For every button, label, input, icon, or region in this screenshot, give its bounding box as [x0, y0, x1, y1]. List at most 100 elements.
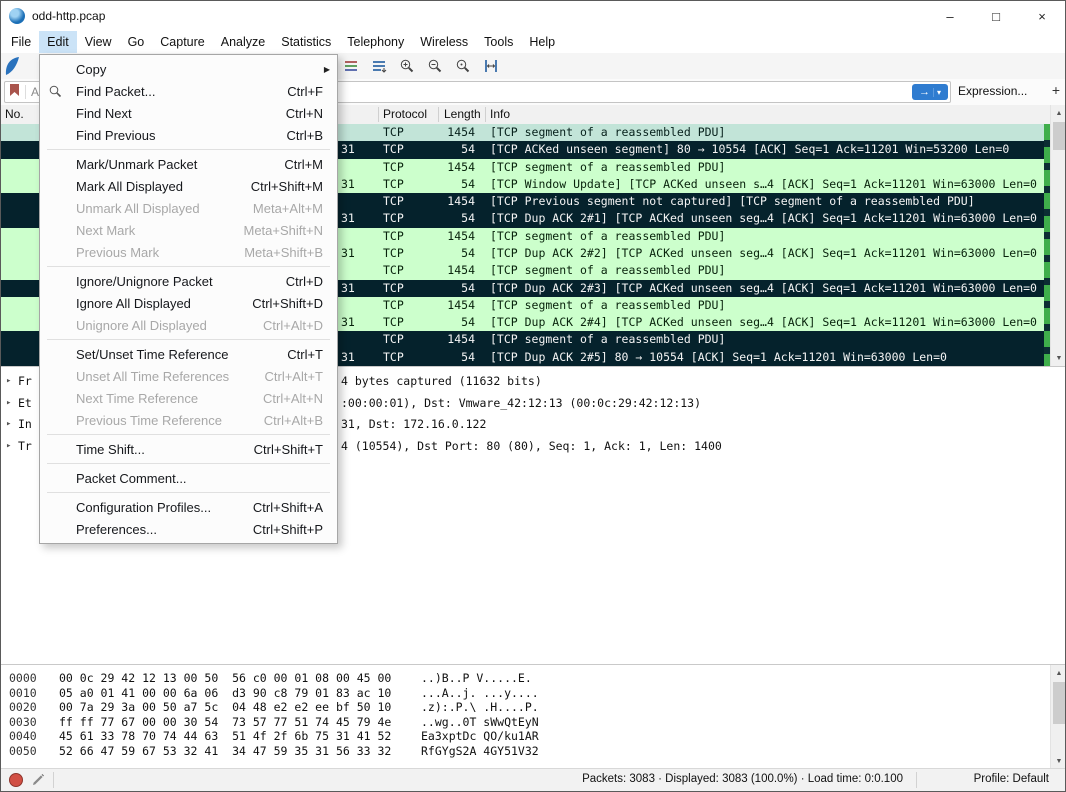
- cell-length: 54: [437, 349, 475, 366]
- cell-info: [TCP Dup ACK 2#4] [TCP ACKed unseen seg……: [490, 314, 1037, 331]
- menu-item-next-time-reference[interactable]: Next Time ReferenceCtrl+Alt+N: [40, 387, 337, 409]
- expander-icon[interactable]: ▸: [6, 371, 11, 393]
- column-divider: [378, 107, 379, 122]
- hex-scrollbar[interactable]: ▲ ▼: [1050, 665, 1066, 769]
- menubar-item-view[interactable]: View: [77, 31, 120, 53]
- cell-info: [TCP Dup ACK 2#2] [TCP ACKed unseen seg……: [490, 245, 1037, 262]
- menu-item-unignore-all-displayed[interactable]: Unignore All DisplayedCtrl+Alt+D: [40, 314, 337, 336]
- menu-item-configuration-profiles[interactable]: Configuration Profiles...Ctrl+Shift+A: [40, 496, 337, 518]
- menu-item-previous-mark[interactable]: Previous MarkMeta+Shift+B: [40, 241, 337, 263]
- hex-line[interactable]: 000000 0c 29 42 12 13 00 50 56 c0 00 01 …: [1, 671, 1066, 686]
- menu-item-ignore-unignore-packet[interactable]: Ignore/Unignore PacketCtrl+D: [40, 270, 337, 292]
- hex-ascii: RfGYgS2A 4GY51V32: [421, 744, 539, 759]
- apply-filter-button[interactable]: → ▾: [912, 84, 948, 100]
- menu-item-previous-time-reference[interactable]: Previous Time ReferenceCtrl+Alt+B: [40, 409, 337, 431]
- menubar-item-go[interactable]: Go: [120, 31, 153, 53]
- cell-length: 54: [437, 176, 475, 193]
- menu-item-label: Preferences...: [76, 522, 157, 537]
- zoom-out-icon[interactable]: [423, 55, 447, 77]
- capture-fin-icon[interactable]: [3, 56, 21, 81]
- add-filter-button[interactable]: +: [1052, 82, 1060, 98]
- cell-protocol: TCP: [383, 280, 404, 297]
- zoom-in-icon[interactable]: [395, 55, 419, 77]
- menu-item-shortcut: Ctrl+T: [263, 347, 323, 362]
- menu-item-find-previous[interactable]: Find PreviousCtrl+B: [40, 124, 337, 146]
- menu-item-label: Copy: [76, 62, 106, 77]
- maximize-icon[interactable]: □: [973, 1, 1019, 31]
- cell-info: [TCP Dup ACK 2#3] [TCP ACKed unseen seg……: [490, 280, 1037, 297]
- auto-scroll-icon[interactable]: [367, 55, 391, 77]
- scrollbar-thumb[interactable]: [1053, 122, 1065, 150]
- menu-item-time-shift[interactable]: Time Shift...Ctrl+Shift+T: [40, 438, 337, 460]
- apply-arrow-icon: →: [919, 86, 930, 98]
- menubar-item-tools[interactable]: Tools: [476, 31, 521, 53]
- expert-info-icon[interactable]: [9, 773, 23, 787]
- scroll-up-icon[interactable]: ▲: [1051, 105, 1066, 121]
- resize-columns-icon[interactable]: [479, 55, 503, 77]
- menubar-item-capture[interactable]: Capture: [152, 31, 212, 53]
- hex-line[interactable]: 002000 7a 29 3a 00 50 a7 5c 04 48 e2 e2 …: [1, 700, 1066, 715]
- menu-item-unset-all-time-references[interactable]: Unset All Time ReferencesCtrl+Alt+T: [40, 365, 337, 387]
- hex-line[interactable]: 004045 61 33 78 70 74 44 63 51 4f 2f 6b …: [1, 729, 1066, 744]
- menu-item-ignore-all-displayed[interactable]: Ignore All DisplayedCtrl+Shift+D: [40, 292, 337, 314]
- hex-line[interactable]: 0030ff ff 77 67 00 00 30 54 73 57 77 51 …: [1, 715, 1066, 730]
- expander-icon[interactable]: ▸: [6, 393, 11, 415]
- menubar-item-statistics[interactable]: Statistics: [273, 31, 339, 53]
- wireshark-app-icon[interactable]: [9, 8, 25, 24]
- column-header-no[interactable]: No.: [5, 107, 24, 121]
- cell-protocol: TCP: [383, 193, 404, 210]
- cell-length: 1454: [437, 331, 475, 348]
- expander-icon[interactable]: ▸: [6, 436, 11, 458]
- menu-item-next-mark[interactable]: Next MarkMeta+Shift+N: [40, 219, 337, 241]
- scroll-up-icon[interactable]: ▲: [1051, 665, 1066, 681]
- menu-item-label: Unignore All Displayed: [76, 318, 207, 333]
- column-header-length[interactable]: Length: [444, 107, 481, 121]
- menu-item-find-packet[interactable]: Find Packet...Ctrl+F: [40, 80, 337, 102]
- expression-button[interactable]: Expression...: [958, 84, 1027, 98]
- packet-list-scrollbar[interactable]: ▲ ▼: [1050, 105, 1066, 366]
- filter-divider: [25, 85, 26, 99]
- minimize-icon[interactable]: –: [927, 1, 973, 31]
- cell-destination-tail: 31: [341, 141, 355, 158]
- packet-stats: Packets: 3083 · Displayed: 3083 (100.0%)…: [582, 773, 903, 785]
- menu-item-packet-comment[interactable]: Packet Comment...: [40, 467, 337, 489]
- capture-comment-icon[interactable]: [31, 773, 45, 790]
- title-bar: odd-http.pcap – □ ×: [1, 1, 1065, 31]
- window-title: odd-http.pcap: [32, 9, 105, 23]
- menu-item-shortcut: Meta+Shift+B: [220, 245, 323, 260]
- menubar-item-analyze[interactable]: Analyze: [213, 31, 273, 53]
- cell-protocol: TCP: [383, 297, 404, 314]
- filter-history-caret-icon[interactable]: ▾: [933, 88, 941, 97]
- cell-protocol: TCP: [383, 314, 404, 331]
- menubar-item-telephony[interactable]: Telephony: [339, 31, 412, 53]
- expander-icon[interactable]: ▸: [6, 414, 11, 436]
- bookmark-icon[interactable]: [9, 83, 20, 102]
- colorize-packets-icon[interactable]: [339, 55, 363, 77]
- scroll-down-icon[interactable]: ▼: [1051, 753, 1066, 769]
- column-header-protocol[interactable]: Protocol: [383, 107, 427, 121]
- hex-line[interactable]: 005052 66 47 59 67 53 32 41 34 47 59 35 …: [1, 744, 1066, 759]
- toolbar-icons: [339, 54, 503, 78]
- menubar-item-file[interactable]: File: [3, 31, 39, 53]
- menu-item-label: Ignore/Unignore Packet: [76, 274, 213, 289]
- menu-item-set-unset-time-reference[interactable]: Set/Unset Time ReferenceCtrl+T: [40, 343, 337, 365]
- menu-item-preferences[interactable]: Preferences...Ctrl+Shift+P: [40, 518, 337, 540]
- hex-line[interactable]: 001005 a0 01 41 00 00 6a 06 d3 90 c8 79 …: [1, 686, 1066, 701]
- column-header-info[interactable]: Info: [490, 107, 510, 121]
- menu-item-unmark-all-displayed[interactable]: Unmark All DisplayedMeta+Alt+M: [40, 197, 337, 219]
- menu-item-copy[interactable]: Copy▶: [40, 58, 337, 80]
- menubar-item-help[interactable]: Help: [521, 31, 563, 53]
- profile-label[interactable]: Profile: Default: [974, 773, 1049, 785]
- menu-separator: [47, 434, 330, 435]
- menubar-item-edit[interactable]: Edit: [39, 31, 77, 53]
- zoom-original-icon[interactable]: [451, 55, 475, 77]
- close-icon[interactable]: ×: [1019, 1, 1065, 31]
- menu-item-find-next[interactable]: Find NextCtrl+N: [40, 102, 337, 124]
- scroll-down-icon[interactable]: ▼: [1051, 350, 1066, 366]
- menubar-item-wireless[interactable]: Wireless: [412, 31, 476, 53]
- menu-item-mark-unmark-packet[interactable]: Mark/Unmark PacketCtrl+M: [40, 153, 337, 175]
- scrollbar-thumb[interactable]: [1053, 682, 1065, 724]
- detail-text-fragment: 4 bytes captured (11632 bits): [341, 371, 542, 393]
- menu-item-mark-all-displayed[interactable]: Mark All DisplayedCtrl+Shift+M: [40, 175, 337, 197]
- menu-item-label: Find Packet...: [76, 84, 155, 99]
